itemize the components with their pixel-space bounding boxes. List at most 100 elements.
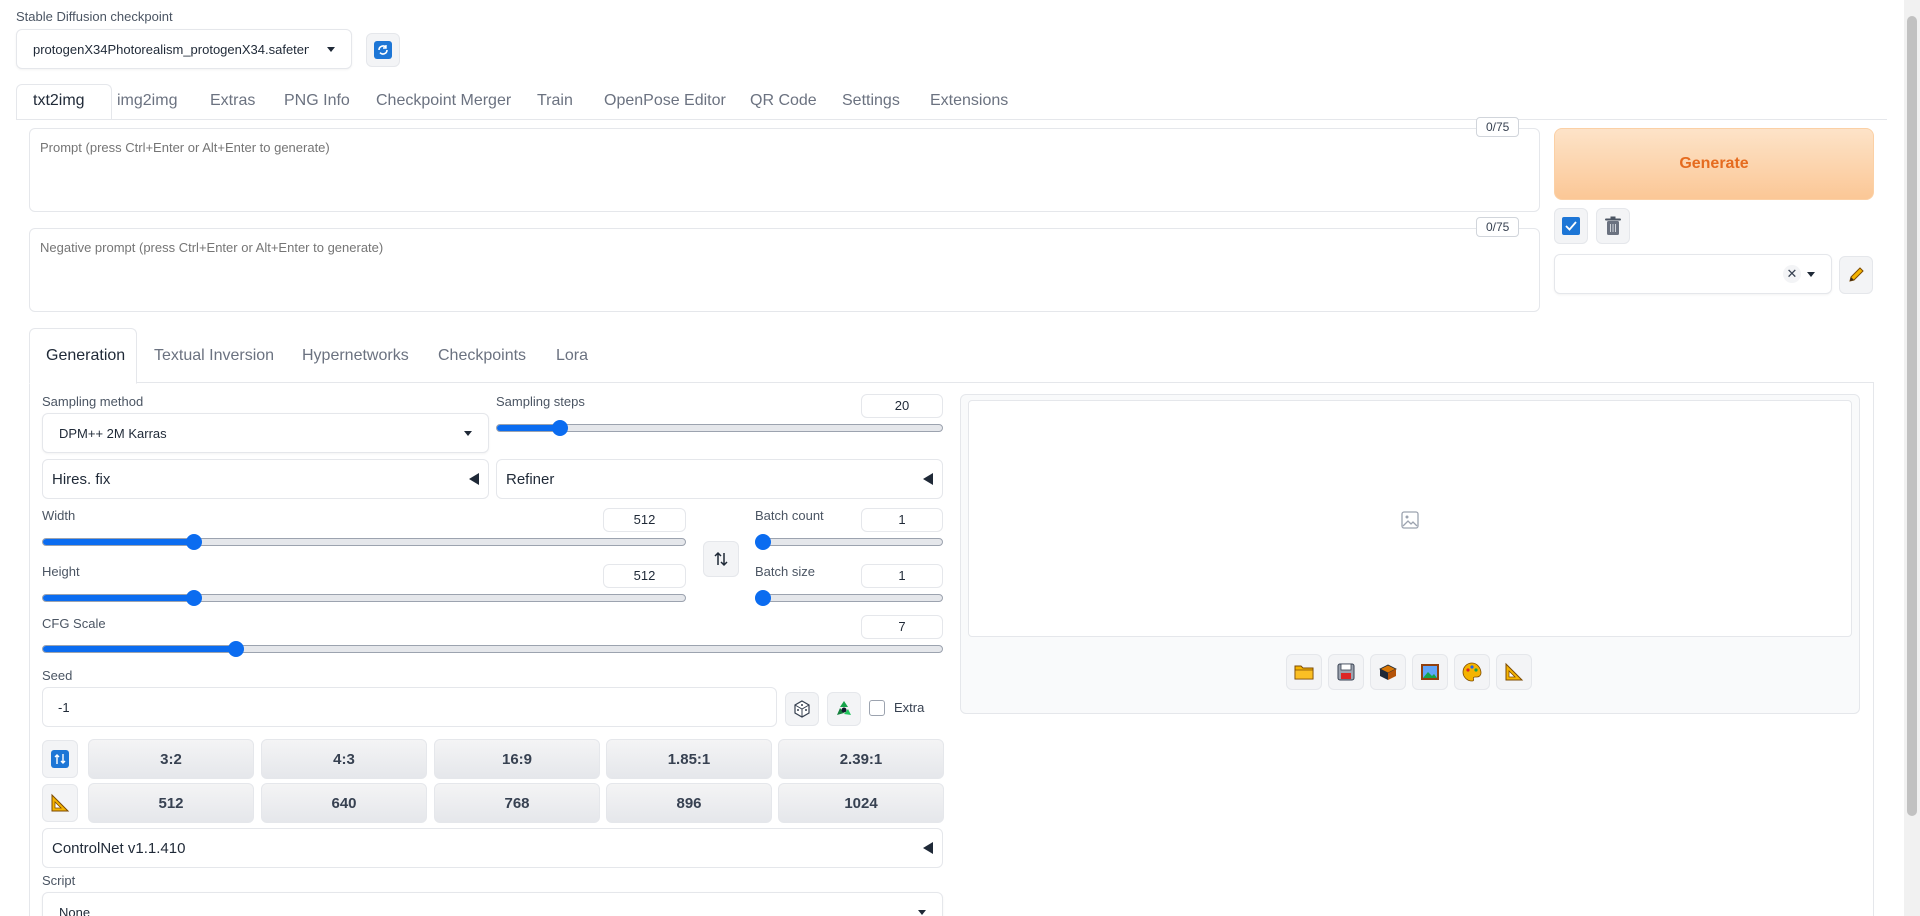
- batch-count-thumb[interactable]: [755, 534, 771, 550]
- cfg-scale-track[interactable]: [42, 645, 943, 653]
- batch-size-input[interactable]: 1: [861, 564, 943, 588]
- framed-picture-icon: [1421, 664, 1439, 680]
- aspect-ratio-4-3-button[interactable]: 4:3: [261, 739, 427, 779]
- resolution-640-button[interactable]: 640: [261, 783, 427, 823]
- checkpoint-value: protogenX34Photorealism_protogenX34.safe…: [33, 41, 309, 57]
- random-seed-button[interactable]: [785, 692, 819, 726]
- cfg-scale-fill: [43, 646, 237, 652]
- trash-icon: [1605, 216, 1621, 235]
- seed-input[interactable]: -1: [42, 687, 777, 727]
- palette-icon: [1462, 662, 1482, 682]
- tab-generation[interactable]: Generation: [46, 347, 125, 365]
- tab-img2img[interactable]: img2img: [117, 92, 177, 110]
- width-track[interactable]: [42, 538, 686, 546]
- tab-extensions[interactable]: Extensions: [930, 92, 1008, 110]
- height-fill: [43, 595, 195, 601]
- apply-styles-button[interactable]: [1554, 208, 1588, 244]
- scrollbar-thumb[interactable]: [1907, 16, 1917, 816]
- generate-button[interactable]: Generate: [1554, 128, 1874, 200]
- width-label: Width: [42, 508, 76, 523]
- tab-checkpoint-merger[interactable]: Checkpoint Merger: [376, 92, 511, 110]
- refiner-accordion[interactable]: Refiner: [496, 459, 943, 499]
- clear-prompt-button[interactable]: [1596, 208, 1630, 244]
- width-input[interactable]: 512: [603, 508, 686, 532]
- negative-prompt-textarea[interactable]: [29, 228, 1540, 312]
- batch-count-label: Batch count: [755, 508, 824, 523]
- height-input[interactable]: 512: [603, 564, 686, 588]
- chevron-down-icon: [464, 430, 472, 436]
- width-thumb[interactable]: [186, 534, 202, 550]
- controlnet-label: ControlNet v1.1.410: [52, 839, 186, 857]
- tab-textual-inversion[interactable]: Textual Inversion: [154, 347, 274, 365]
- cfg-scale-thumb[interactable]: [228, 641, 244, 657]
- clear-icon[interactable]: ✕: [1783, 265, 1801, 283]
- tab-train[interactable]: Train: [537, 92, 573, 110]
- aspect-ratio-3-2-button[interactable]: 3:2: [88, 739, 254, 779]
- swap-dimensions-button[interactable]: [703, 541, 739, 577]
- sampling-method-dropdown[interactable]: DPM++ 2M Karras: [42, 413, 489, 453]
- resolution-ruler-button[interactable]: [42, 784, 78, 822]
- recycle-icon: [837, 701, 851, 715]
- resolution-768-button[interactable]: 768: [434, 783, 600, 823]
- aspect-ratio-16-9-button[interactable]: 16:9: [434, 739, 600, 779]
- zip-button[interactable]: [1370, 654, 1406, 690]
- reuse-seed-button[interactable]: [827, 692, 861, 726]
- height-track[interactable]: [42, 594, 686, 602]
- batch-size-thumb[interactable]: [755, 590, 771, 606]
- tab-qr-code[interactable]: QR Code: [750, 92, 817, 110]
- sampling-method-label: Sampling method: [42, 394, 144, 409]
- cfg-scale-label: CFG Scale: [42, 616, 106, 631]
- batch-count-input[interactable]: 1: [861, 508, 943, 532]
- pencil-icon: [1849, 267, 1864, 282]
- tab-checkpoints[interactable]: Checkpoints: [438, 347, 526, 365]
- floppy-disk-icon: [1337, 663, 1355, 681]
- script-dropdown[interactable]: None: [42, 892, 943, 916]
- extra-label: Extra: [894, 700, 925, 715]
- open-folder-button[interactable]: [1286, 654, 1322, 690]
- collapse-triangle-icon: [469, 473, 479, 485]
- cfg-scale-input[interactable]: 7: [861, 615, 943, 639]
- tab-txt2img[interactable]: txt2img: [33, 92, 85, 110]
- send-to-inpaint-button[interactable]: [1454, 654, 1490, 690]
- edit-styles-button[interactable]: [1839, 256, 1873, 294]
- triangle-ruler-icon: [1505, 662, 1524, 681]
- sampling-steps-thumb[interactable]: [552, 420, 568, 436]
- aspect-ratio-1-85-button[interactable]: 1.85:1: [606, 739, 772, 779]
- scrollbar[interactable]: [1904, 0, 1920, 916]
- height-thumb[interactable]: [186, 590, 202, 606]
- batch-size-track[interactable]: [755, 594, 943, 602]
- aspect-ratio-2-39-button[interactable]: 2.39:1: [778, 739, 944, 779]
- tabs-divider: [16, 119, 1887, 120]
- resolution-896-button[interactable]: 896: [606, 783, 772, 823]
- checkbox-checked-icon: [1562, 217, 1580, 235]
- extra-checkbox[interactable]: [869, 700, 885, 716]
- image-placeholder-icon: [1401, 511, 1419, 529]
- tab-openpose-editor[interactable]: OpenPose Editor: [604, 92, 726, 110]
- tab-png-info[interactable]: PNG Info: [284, 92, 350, 110]
- batch-count-track[interactable]: [755, 538, 943, 546]
- resolution-512-button[interactable]: 512: [88, 783, 254, 823]
- checkpoint-dropdown[interactable]: protogenX34Photorealism_protogenX34.safe…: [16, 29, 352, 69]
- tab-hypernetworks[interactable]: Hypernetworks: [302, 347, 409, 365]
- prompt-textarea[interactable]: [29, 128, 1540, 212]
- sampling-steps-input[interactable]: 20: [861, 394, 943, 418]
- tab-settings[interactable]: Settings: [842, 92, 900, 110]
- output-image-area[interactable]: [968, 400, 1852, 637]
- refresh-checkpoint-button[interactable]: [366, 33, 400, 67]
- send-to-img2img-button[interactable]: [1412, 654, 1448, 690]
- controlnet-accordion[interactable]: ControlNet v1.1.410: [42, 828, 943, 868]
- triangle-ruler-icon: [51, 793, 70, 812]
- styles-dropdown[interactable]: ✕: [1554, 254, 1832, 294]
- save-button[interactable]: [1328, 654, 1364, 690]
- batch-size-label: Batch size: [755, 564, 815, 579]
- tab-lora[interactable]: Lora: [556, 347, 588, 365]
- hires-fix-accordion[interactable]: Hires. fix: [42, 459, 489, 499]
- chevron-down-icon: [327, 46, 335, 52]
- resolution-1024-button[interactable]: 1024: [778, 783, 944, 823]
- switch-orientation-button[interactable]: [42, 740, 78, 778]
- tab-extras[interactable]: Extras: [210, 92, 255, 110]
- send-to-extras-button[interactable]: [1496, 654, 1532, 690]
- sampling-steps-label: Sampling steps: [496, 394, 585, 409]
- package-icon: [1379, 664, 1397, 680]
- refresh-icon: [374, 41, 392, 59]
